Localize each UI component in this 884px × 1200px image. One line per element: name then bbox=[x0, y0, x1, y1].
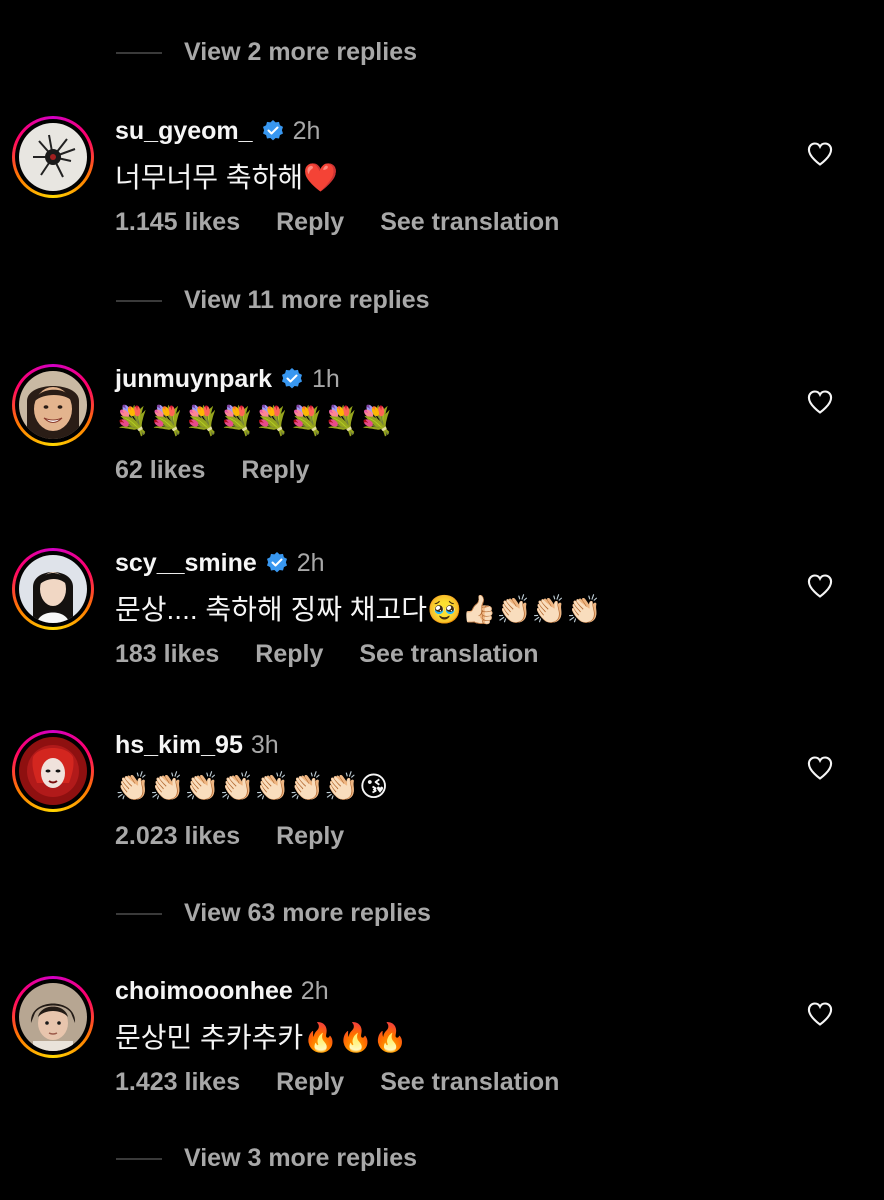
comments-thread: View 2 more replies su_gyeom_ 2h 너무너무 축하… bbox=[0, 0, 884, 1200]
avatar[interactable] bbox=[12, 976, 94, 1058]
comment: hs_kim_95 3h 👏🏻👏🏻👏🏻👏🏻👏🏻👏🏻👏🏻😘 2.023 likes… bbox=[0, 730, 884, 870]
comment-text: 너무너무 축하해❤️ bbox=[115, 162, 338, 193]
comment-time: 1h bbox=[311, 364, 340, 393]
reply-button[interactable]: Reply bbox=[255, 640, 323, 669]
comment: choimooonhee 2h 문상민 추카추카🔥🔥🔥 1.423 likes … bbox=[0, 976, 884, 1116]
reply-divider-line bbox=[116, 299, 162, 302]
comment-time: 2h bbox=[292, 116, 321, 145]
like-heart-icon[interactable] bbox=[806, 140, 834, 168]
reply-button[interactable]: Reply bbox=[241, 456, 309, 485]
comment-time: 2h bbox=[300, 976, 329, 1005]
comment-header: hs_kim_95 3h bbox=[115, 730, 279, 760]
comment-actions: 62 likes Reply bbox=[115, 456, 309, 485]
comment-actions: 1.423 likes Reply See translation bbox=[115, 1068, 559, 1097]
comment-time: 2h bbox=[296, 548, 325, 577]
avatar[interactable] bbox=[12, 548, 94, 630]
see-translation-button[interactable]: See translation bbox=[380, 208, 559, 237]
reply-button[interactable]: Reply bbox=[276, 1068, 344, 1097]
comment-header: scy__smine 2h bbox=[115, 548, 325, 578]
avatar-image bbox=[19, 123, 87, 191]
verified-badge-icon bbox=[266, 552, 287, 573]
verified-badge-icon bbox=[262, 120, 283, 141]
likes-count[interactable]: 1.423 likes bbox=[115, 1068, 240, 1097]
view-more-replies-label: View 3 more replies bbox=[184, 1144, 417, 1172]
view-more-replies-button[interactable]: View 63 more replies bbox=[116, 899, 431, 928]
like-heart-icon[interactable] bbox=[806, 1000, 834, 1028]
view-more-replies-button[interactable]: View 2 more replies bbox=[116, 38, 417, 67]
comment-header: su_gyeom_ 2h bbox=[115, 116, 320, 146]
avatar[interactable] bbox=[12, 364, 94, 446]
comment-text: 💐💐💐💐💐💐💐💐 bbox=[115, 405, 394, 436]
comment-text: 문상민 추카추카🔥🔥🔥 bbox=[115, 1022, 408, 1053]
reply-divider-line bbox=[116, 51, 162, 54]
view-more-replies-label: View 11 more replies bbox=[184, 286, 430, 314]
like-heart-icon[interactable] bbox=[806, 572, 834, 600]
avatar-image bbox=[19, 371, 87, 439]
likes-count[interactable]: 183 likes bbox=[115, 640, 219, 669]
comment-time: 3h bbox=[250, 730, 279, 759]
avatar[interactable] bbox=[12, 116, 94, 198]
comment-actions: 183 likes Reply See translation bbox=[115, 640, 539, 669]
username[interactable]: scy__smine bbox=[115, 549, 257, 578]
reply-divider-line bbox=[116, 1157, 162, 1160]
likes-count[interactable]: 1.145 likes bbox=[115, 208, 240, 237]
view-more-replies-label: View 63 more replies bbox=[184, 899, 431, 927]
avatar-image bbox=[19, 555, 87, 623]
comment: su_gyeom_ 2h 너무너무 축하해❤️ 1.145 likes Repl… bbox=[0, 116, 884, 256]
avatar-image bbox=[19, 983, 87, 1051]
avatar[interactable] bbox=[12, 730, 94, 812]
username[interactable]: hs_kim_95 bbox=[115, 731, 243, 760]
comment-text: 문상.... 축하해 징짜 채고다🥹👍🏻👏🏻👏🏻👏🏻 bbox=[115, 594, 602, 625]
see-translation-button[interactable]: See translation bbox=[359, 640, 538, 669]
username[interactable]: choimooonhee bbox=[115, 977, 293, 1006]
reply-button[interactable]: Reply bbox=[276, 822, 344, 851]
comment-actions: 2.023 likes Reply bbox=[115, 822, 344, 851]
verified-badge-icon bbox=[281, 368, 302, 389]
view-more-replies-label: View 2 more replies bbox=[184, 38, 417, 66]
username[interactable]: su_gyeom_ bbox=[115, 117, 253, 146]
comment-actions: 1.145 likes Reply See translation bbox=[115, 208, 559, 237]
reply-divider-line bbox=[116, 912, 162, 915]
comment-text: 👏🏻👏🏻👏🏻👏🏻👏🏻👏🏻👏🏻😘 bbox=[115, 771, 389, 802]
reply-button[interactable]: Reply bbox=[276, 208, 344, 237]
username[interactable]: junmuynpark bbox=[115, 365, 272, 394]
comment-header: choimooonhee 2h bbox=[115, 976, 329, 1006]
view-more-replies-button[interactable]: View 3 more replies bbox=[116, 1144, 417, 1173]
see-translation-button[interactable]: See translation bbox=[380, 1068, 559, 1097]
comment: scy__smine 2h 문상.... 축하해 징짜 채고다🥹👍🏻👏🏻👏🏻👏🏻… bbox=[0, 548, 884, 688]
likes-count[interactable]: 2.023 likes bbox=[115, 822, 240, 851]
likes-count[interactable]: 62 likes bbox=[115, 456, 205, 485]
like-heart-icon[interactable] bbox=[806, 754, 834, 782]
like-heart-icon[interactable] bbox=[806, 388, 834, 416]
view-more-replies-button[interactable]: View 11 more replies bbox=[116, 286, 430, 315]
comment-header: junmuynpark 1h bbox=[115, 364, 340, 394]
avatar-image bbox=[19, 737, 87, 805]
comment: junmuynpark 1h 💐💐💐💐💐💐💐💐 62 likes Reply bbox=[0, 364, 884, 504]
